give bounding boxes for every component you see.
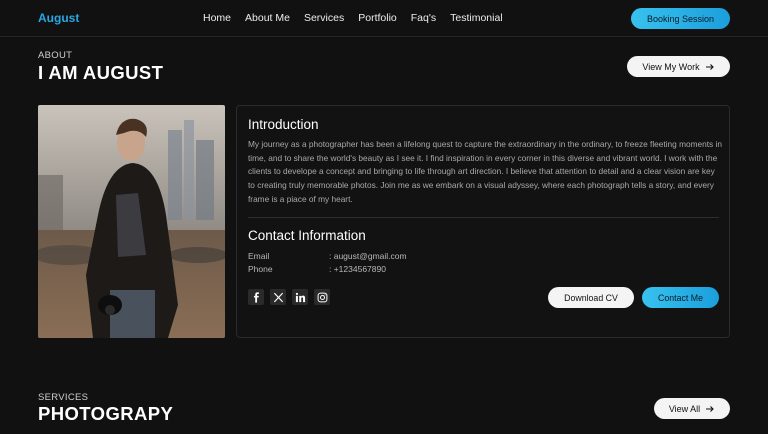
social-links bbox=[248, 289, 330, 305]
contact-information-heading: Contact Information bbox=[248, 228, 366, 243]
nav-link-about-me[interactable]: About Me bbox=[245, 12, 290, 24]
arrow-right-icon bbox=[705, 63, 714, 70]
services-kicker: SERVICES bbox=[38, 392, 89, 403]
profile-photo bbox=[38, 105, 225, 338]
nav-link-portfolio[interactable]: Portfolio bbox=[358, 12, 397, 24]
facebook-icon[interactable] bbox=[248, 289, 264, 305]
introduction-text: My journey as a photographer has been a … bbox=[248, 139, 722, 204]
nav-link-faqs[interactable]: Faq's bbox=[411, 12, 436, 24]
download-cv-button[interactable]: Download CV bbox=[548, 287, 634, 308]
x-icon[interactable] bbox=[270, 289, 286, 305]
view-my-work-label: View My Work bbox=[642, 61, 700, 72]
view-all-label: View All bbox=[668, 403, 701, 414]
about-info-card: Introduction My journey as a photographe… bbox=[236, 105, 730, 338]
email-value[interactable]: : august@gmail.com bbox=[329, 251, 407, 261]
linkedin-icon[interactable] bbox=[292, 289, 308, 305]
booking-session-button[interactable]: Booking Session bbox=[631, 8, 730, 29]
phone-value: : +1234567890 bbox=[329, 264, 386, 274]
email-label: Email bbox=[248, 251, 270, 261]
phone-row: Phone : +1234567890 bbox=[248, 264, 548, 276]
email-row: Email : august@gmail.com bbox=[248, 251, 548, 263]
introduction-heading: Introduction bbox=[248, 117, 319, 132]
brand-logo[interactable]: August bbox=[38, 11, 79, 25]
card-divider bbox=[248, 217, 719, 218]
contact-me-button[interactable]: Contact Me bbox=[642, 287, 719, 308]
about-kicker: ABOUT bbox=[38, 50, 73, 61]
view-my-work-button[interactable]: View My Work bbox=[627, 56, 730, 77]
services-title: PHOTOGRAPY bbox=[38, 403, 174, 424]
instagram-icon[interactable] bbox=[314, 289, 330, 305]
about-title: I AM AUGUST bbox=[38, 62, 164, 83]
nav-link-home[interactable]: Home bbox=[203, 12, 231, 24]
phone-label: Phone bbox=[248, 264, 273, 274]
nav-link-services[interactable]: Services bbox=[304, 12, 344, 24]
nav-links: Home About Me Services Portfolio Faq's T… bbox=[203, 12, 503, 24]
arrow-right-icon bbox=[706, 405, 714, 412]
view-all-button[interactable]: View All bbox=[654, 398, 730, 419]
top-navbar: August Home About Me Services Portfolio … bbox=[0, 0, 768, 37]
nav-link-testimonial[interactable]: Testimonial bbox=[450, 12, 503, 24]
